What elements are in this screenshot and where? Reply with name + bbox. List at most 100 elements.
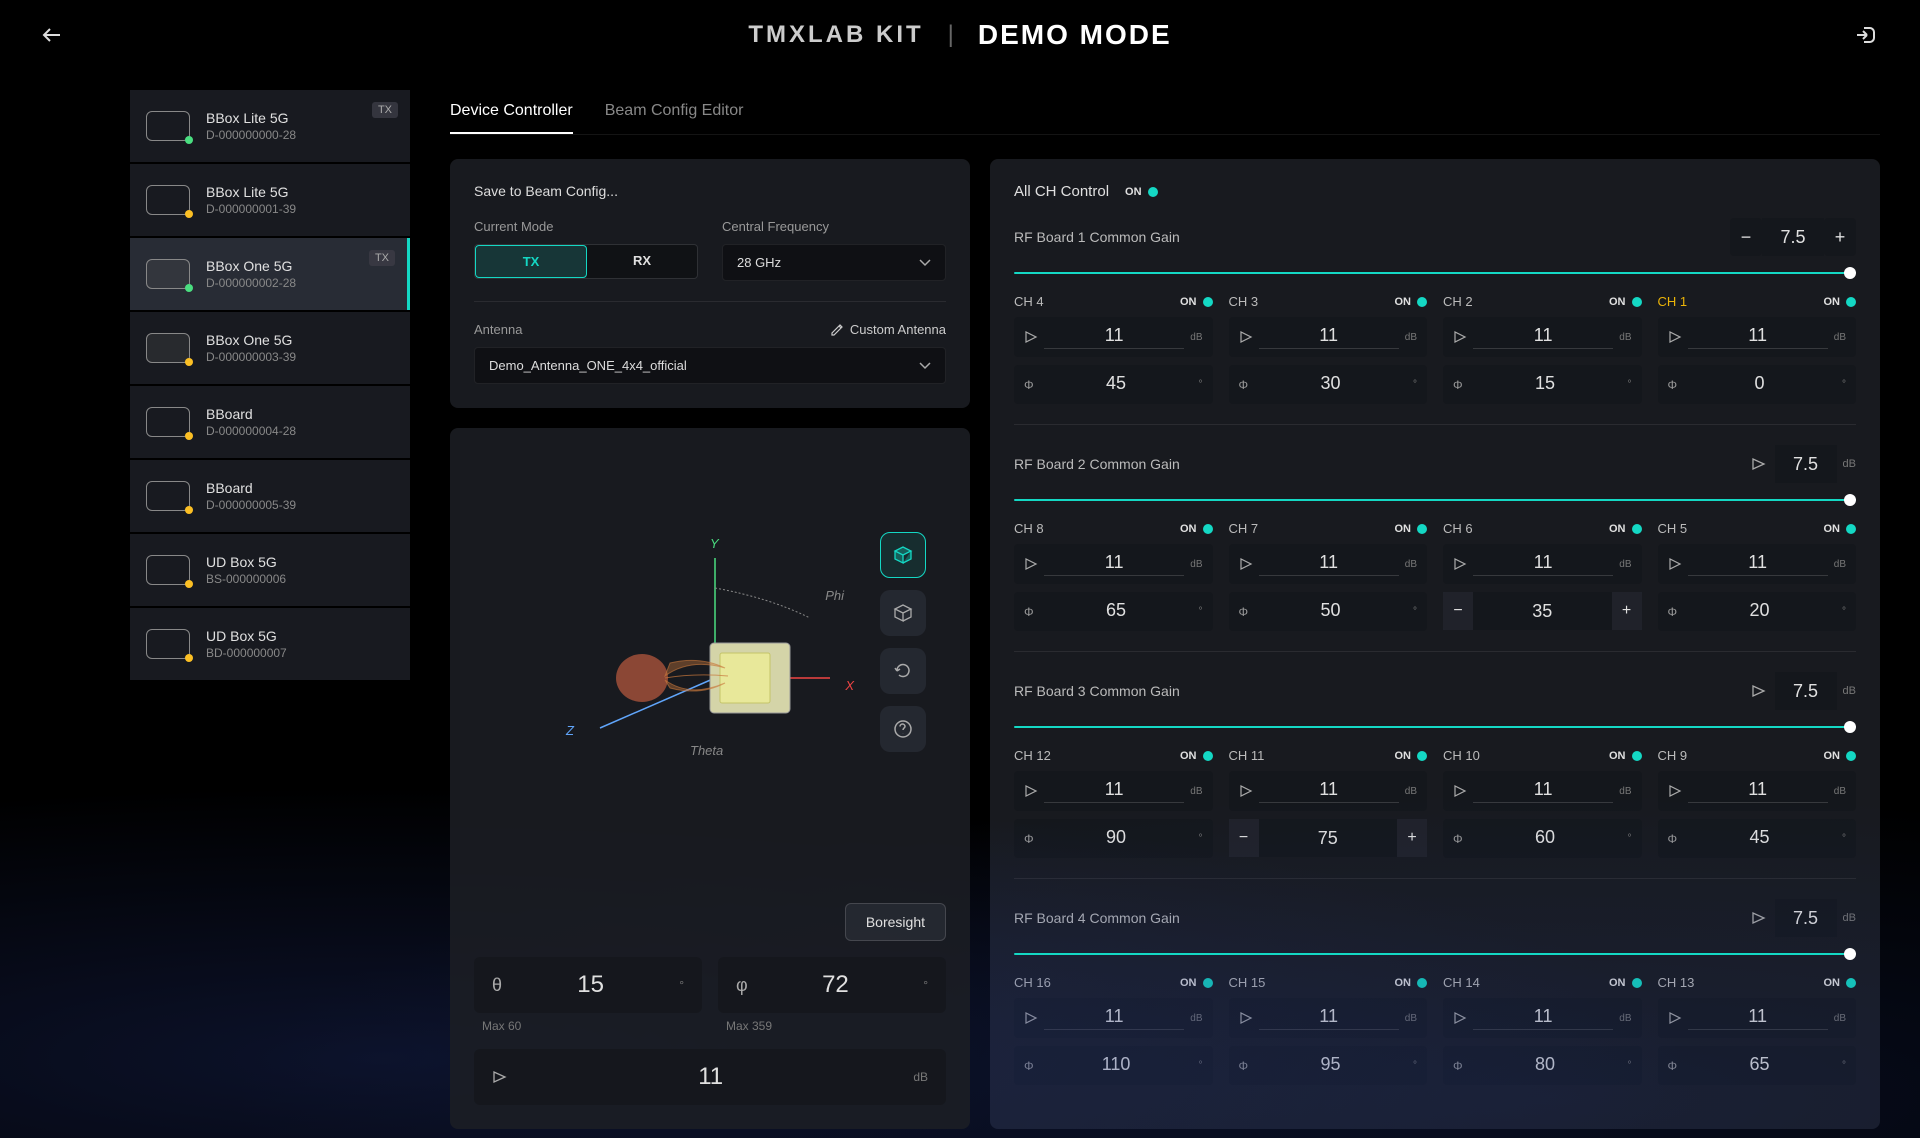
device-item[interactable]: UD Box 5G BS-000000006 (130, 534, 410, 606)
phase-input[interactable]: Φ 45 ° (1658, 819, 1857, 858)
gain-value[interactable]: 7.5 (1775, 899, 1837, 937)
gain-input[interactable]: 11 dB (1658, 771, 1857, 811)
slider-thumb[interactable] (1844, 721, 1856, 733)
gain-value[interactable]: 7.5 (1762, 218, 1824, 256)
gain-input[interactable]: 11 dB (1443, 544, 1642, 584)
device-item[interactable]: UD Box 5G BD-000000007 (130, 608, 410, 680)
slider-thumb[interactable] (1844, 267, 1856, 279)
gain-slider[interactable] (1014, 726, 1856, 728)
device-item[interactable]: BBox One 5G D-000000003-39 (130, 312, 410, 384)
gain-slider[interactable] (1014, 499, 1856, 501)
phase-input[interactable]: Φ 95 ° (1229, 1046, 1428, 1085)
gain-input[interactable]: 11 dB (1229, 544, 1428, 584)
channel-cell: CH 15 ON 11 dB Φ 95 ° (1229, 975, 1428, 1085)
phase-input[interactable]: Φ 50 ° (1229, 592, 1428, 631)
back-button[interactable] (40, 23, 64, 47)
viz-tool-3d[interactable] (880, 532, 926, 578)
phase-minus[interactable]: − (1443, 592, 1473, 630)
phase-plus[interactable]: + (1612, 592, 1642, 630)
gain-input[interactable]: 11 dB (1014, 317, 1213, 357)
phase-input[interactable]: Φ 65 ° (1014, 592, 1213, 631)
gain-input[interactable]: 11 dB (1658, 998, 1857, 1038)
phase-input[interactable]: Φ 45 ° (1014, 365, 1213, 404)
mode-rx[interactable]: RX (587, 245, 697, 278)
device-item[interactable]: BBox Lite 5G D-000000000-28 TX (130, 90, 410, 162)
edit-icon (830, 323, 844, 337)
channel-toggle[interactable]: ON (1180, 977, 1213, 989)
tab-controller[interactable]: Device Controller (450, 90, 573, 134)
phase-input[interactable]: Φ 0 ° (1658, 365, 1857, 404)
status-dot (185, 580, 193, 588)
boresight-button[interactable]: Boresight (845, 903, 946, 941)
channel-toggle[interactable]: ON (1395, 523, 1428, 535)
phase-input[interactable]: Φ 15 ° (1443, 365, 1642, 404)
gain-input[interactable]: 11 dB (1658, 317, 1857, 357)
phase-input[interactable]: Φ 30 ° (1229, 365, 1428, 404)
antenna-select[interactable]: Demo_Antenna_ONE_4x4_official (474, 347, 946, 384)
viz-tool-reset[interactable] (880, 648, 926, 694)
gain-minus[interactable]: − (1730, 218, 1762, 256)
beam-viz[interactable]: Y X Z Phi Theta (474, 452, 946, 903)
channel-toggle[interactable]: ON (1609, 523, 1642, 535)
tx-badge: TX (369, 250, 395, 266)
channel-toggle[interactable]: ON (1180, 750, 1213, 762)
channel-toggle[interactable]: ON (1824, 296, 1857, 308)
channel-toggle[interactable]: ON (1824, 977, 1857, 989)
channel-toggle[interactable]: ON (1180, 523, 1213, 535)
channel-toggle[interactable]: ON (1609, 977, 1642, 989)
gain-input[interactable]: 11 dB (1229, 998, 1428, 1038)
gain-input[interactable]: 11 dB (474, 1049, 946, 1105)
channel-toggle[interactable]: ON (1824, 750, 1857, 762)
phi-input[interactable]: φ 72 ° (718, 957, 946, 1013)
slider-thumb[interactable] (1844, 494, 1856, 506)
save-beam-config[interactable]: Save to Beam Config... (474, 183, 946, 199)
gain-input[interactable]: 11 dB (1443, 998, 1642, 1038)
channel-toggle[interactable]: ON (1180, 296, 1213, 308)
phase-input[interactable]: Φ 110 ° (1014, 1046, 1213, 1085)
gain-input[interactable]: 11 dB (1014, 544, 1213, 584)
device-item[interactable]: BBoard D-000000005-39 (130, 460, 410, 532)
gain-input[interactable]: 11 dB (1229, 317, 1428, 357)
gain-input[interactable]: 11 dB (1014, 998, 1213, 1038)
phase-input[interactable]: Φ 90 ° (1014, 819, 1213, 858)
device-item[interactable]: BBoard D-000000004-28 (130, 386, 410, 458)
phase-input[interactable]: Φ 20 ° (1658, 592, 1857, 631)
phase-icon: Φ (1239, 378, 1249, 392)
login-button[interactable] (1854, 22, 1880, 48)
channel-toggle[interactable]: ON (1609, 750, 1642, 762)
gain-input[interactable]: 11 dB (1229, 771, 1428, 811)
gain-slider[interactable] (1014, 272, 1856, 274)
phase-input[interactable]: Φ 60 ° (1443, 819, 1642, 858)
mode-tx[interactable]: TX (475, 245, 587, 278)
phase-input[interactable]: Φ 80 ° (1443, 1046, 1642, 1085)
phase-plus[interactable]: + (1397, 819, 1427, 857)
custom-antenna-button[interactable]: Custom Antenna (830, 322, 946, 337)
viz-tool-help[interactable] (880, 706, 926, 752)
channel-toggle[interactable]: ON (1395, 977, 1428, 989)
all-ch-toggle[interactable]: ON (1125, 186, 1158, 198)
channel-toggle[interactable]: ON (1395, 750, 1428, 762)
gain-input[interactable]: 11 dB (1014, 771, 1213, 811)
channel-cell: CH 7 ON 11 dB Φ 50 ° (1229, 521, 1428, 631)
gain-value[interactable]: 7.5 (1775, 672, 1837, 710)
theta-input[interactable]: θ 15 ° (474, 957, 702, 1013)
viz-tool-box[interactable] (880, 590, 926, 636)
phase-input[interactable]: Φ 65 ° (1658, 1046, 1857, 1085)
gain-value[interactable]: 7.5 (1775, 445, 1837, 483)
channel-toggle[interactable]: ON (1824, 523, 1857, 535)
tab-beam-config[interactable]: Beam Config Editor (605, 90, 744, 134)
freq-select[interactable]: 28 GHz (722, 244, 946, 281)
gain-plus[interactable]: + (1824, 218, 1856, 256)
device-item[interactable]: BBox Lite 5G D-000000001-39 (130, 164, 410, 236)
gain-slider[interactable] (1014, 953, 1856, 955)
gain-input[interactable]: 11 dB (1658, 544, 1857, 584)
channel-toggle[interactable]: ON (1609, 296, 1642, 308)
gain-input[interactable]: 11 dB (1443, 317, 1642, 357)
slider-thumb[interactable] (1844, 948, 1856, 960)
phase-minus[interactable]: − (1229, 819, 1259, 857)
device-item[interactable]: BBox One 5G D-000000002-28 TX (130, 238, 410, 310)
phase-input: − 75 + (1229, 819, 1428, 857)
channel-toggle[interactable]: ON (1395, 296, 1428, 308)
axis-phi: Phi (825, 588, 844, 603)
gain-input[interactable]: 11 dB (1443, 771, 1642, 811)
